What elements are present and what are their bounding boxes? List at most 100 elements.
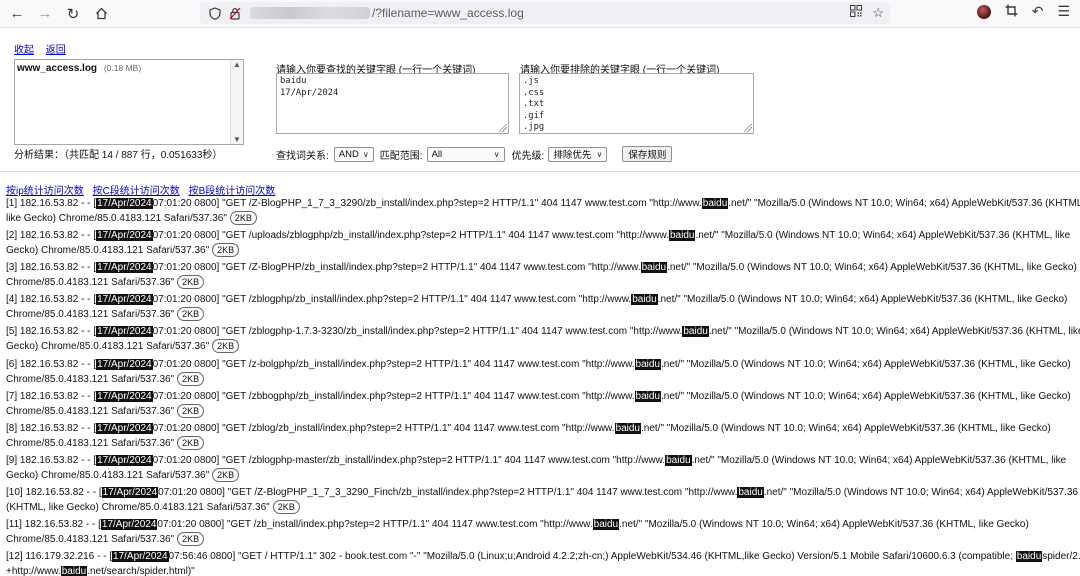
scope-select[interactable]: All ∨ (426, 146, 505, 162)
avatar[interactable] (976, 4, 991, 19)
file-name: www_access.log (17, 63, 98, 74)
log-entry: [12] 116.179.32.216 - - [17/Apr/202407:5… (6, 551, 1080, 576)
save-rules-button[interactable]: 保存规则 (622, 146, 673, 162)
log-entry: [1] 182.16.53.82 - - [17/Apr/202407:01:2… (6, 198, 1080, 225)
exclude-keyword: .css (523, 87, 545, 98)
size-badge: 2KB (177, 307, 205, 321)
log-entry: [9] 182.16.53.82 - - [17/Apr/202407:01:2… (6, 455, 1067, 482)
log-entry: [11] 182.16.53.82 - - [17/Apr/202407:01:… (6, 519, 1029, 546)
size-badge: 2KB (177, 404, 205, 418)
date-highlight: 17/Apr/2024 (96, 423, 153, 434)
menu-icon[interactable]: ☰ (1057, 3, 1070, 20)
date-highlight: 17/Apr/2024 (100, 519, 158, 530)
size-badge: 2KB (177, 532, 205, 546)
scroll-up-icon[interactable]: ▲ (231, 60, 243, 69)
back-icon[interactable]: ← (6, 3, 28, 25)
keyword-highlight: baidu (665, 455, 692, 466)
keyword-highlight: baidu (737, 487, 764, 498)
page-content: 收起 返回 www_access.log (0.18 MB) ▲ ▼ 分析结果：… (0, 28, 1080, 576)
size-badge: 2KB (177, 436, 205, 450)
home-icon[interactable] (90, 3, 112, 25)
keyword-highlight: baidu (614, 423, 641, 434)
log-entry: [7] 182.16.53.82 - - [17/Apr/202407:01:2… (6, 391, 1071, 418)
resize-grip-icon[interactable] (499, 124, 507, 132)
forward-icon[interactable]: → (34, 3, 56, 25)
analysis-summary: 分析结果：（共匹配 14 / 887 行，0.051633秒） (14, 150, 223, 161)
relation-select[interactable]: AND ∨ (333, 146, 374, 162)
keyword-highlight: baidu (634, 359, 661, 370)
scope-label: 匹配范围: (379, 150, 423, 162)
insecure-lock-icon[interactable] (228, 6, 242, 20)
include-keyword: baidu (280, 76, 307, 86)
log-entry: [2] 182.16.53.82 - - [17/Apr/202407:01:2… (6, 230, 1071, 257)
exclude-keywords-textarea[interactable]: .js .css .txt .gif .jpg (519, 73, 754, 134)
date-highlight: 17/Apr/2024 (96, 359, 153, 370)
file-list-item[interactable]: www_access.log (0.18 MB) (15, 60, 243, 77)
include-keywords-textarea[interactable]: baidu 17/Apr/2024 (276, 73, 509, 134)
url-bar[interactable]: /?filename=www_access.log ☆ (200, 2, 890, 24)
back-link[interactable]: 返回 (46, 45, 66, 56)
collapse-link[interactable]: 收起 (14, 45, 34, 56)
keyword-highlight: baidu (1015, 551, 1043, 562)
shield-icon[interactable] (208, 6, 222, 20)
keyword-highlight: baidu (592, 519, 620, 530)
keyword-highlight: baidu (60, 566, 88, 576)
toolbar-right: ↶ ☰ (976, 3, 1070, 20)
log-entry: [6] 182.16.53.82 - - [17/Apr/202407:01:2… (6, 359, 1071, 386)
keyword-highlight: baidu (682, 326, 709, 337)
options-row: 查找词关系: AND ∨ 匹配范围: All ∨ 优先级: 排除优先 ∨ 保存规则 (276, 146, 673, 162)
stat-links: 按ip统计访问次数 按C段统计访问次数 按B段统计访问次数 (6, 182, 281, 197)
log-entry: [4] 182.16.53.82 - - [17/Apr/202407:01:2… (6, 294, 1068, 321)
date-highlight: 17/Apr/2024 (96, 455, 153, 466)
priority-select[interactable]: 排除优先 ∨ (548, 146, 608, 162)
qr-icon[interactable] (850, 5, 863, 21)
divider (0, 171, 1080, 172)
date-highlight: 17/Apr/2024 (96, 294, 153, 305)
relation-label: 查找词关系: (276, 150, 329, 162)
chevron-down-icon: ∨ (362, 149, 369, 159)
url-text: /?filename=www_access.log (372, 6, 524, 20)
keyword-highlight: baidu (634, 391, 661, 402)
date-highlight: 17/Apr/2024 (96, 198, 153, 209)
keyword-highlight: baidu (640, 262, 668, 273)
date-highlight: 17/Apr/2024 (96, 326, 153, 337)
date-highlight: 17/Apr/2024 (96, 262, 153, 273)
top-links: 收起 返回 (14, 41, 75, 56)
exclude-keyword: .jpg (523, 122, 545, 132)
date-highlight: 17/Apr/2024 (96, 391, 153, 402)
include-keyword: 17/Apr/2024 (280, 87, 339, 98)
file-list-scrollbar[interactable]: ▲ ▼ (230, 60, 243, 144)
chevron-down-icon: ∨ (493, 149, 500, 159)
size-badge: 2KB (212, 468, 240, 482)
resize-grip-icon[interactable] (744, 124, 752, 132)
file-size: (0.18 MB) (103, 63, 142, 73)
scroll-down-icon[interactable]: ▼ (231, 135, 243, 144)
date-highlight: 17/Apr/2024 (96, 230, 153, 241)
exclude-keyword: .txt (523, 99, 545, 109)
size-badge: 2KB (272, 500, 300, 514)
exclude-keyword: .js (523, 76, 539, 86)
chevron-down-icon: ∨ (596, 149, 603, 159)
undo-icon[interactable]: ↶ (1032, 3, 1044, 20)
size-badge: 2KB (177, 372, 205, 386)
size-badge: 2KB (212, 339, 240, 353)
crop-icon[interactable] (1005, 4, 1018, 20)
bookmark-star-icon[interactable]: ☆ (872, 5, 884, 21)
log-entry: [8] 182.16.53.82 - - [17/Apr/202407:01:2… (6, 423, 1051, 450)
date-highlight: 17/Apr/2024 (101, 487, 159, 498)
reload-icon[interactable]: ↻ (62, 3, 84, 25)
log-entry: [10] 182.16.53.82 - - [17/Apr/202407:01:… (6, 487, 1078, 514)
file-list[interactable]: www_access.log (0.18 MB) ▲ ▼ (14, 59, 244, 145)
keyword-highlight: baidu (669, 230, 696, 241)
keyword-highlight: baidu (631, 294, 658, 305)
redacted-host (250, 7, 370, 19)
log-entry: [5] 182.16.53.82 - - [17/Apr/202407:01:2… (6, 326, 1080, 353)
browser-toolbar: ← → ↻ /?filename=www_access.log ☆ ↶ ☰ (0, 0, 1080, 28)
size-badge: 2KB (177, 275, 205, 289)
date-highlight: 17/Apr/2024 (112, 551, 169, 562)
log-entry: [3] 182.16.53.82 - - [17/Apr/202407:01:2… (6, 262, 1077, 289)
size-badge: 2KB (212, 243, 240, 257)
priority-label: 优先级: (511, 150, 545, 162)
exclude-keyword: .gif (523, 110, 545, 121)
keyword-highlight: baidu (701, 198, 729, 209)
